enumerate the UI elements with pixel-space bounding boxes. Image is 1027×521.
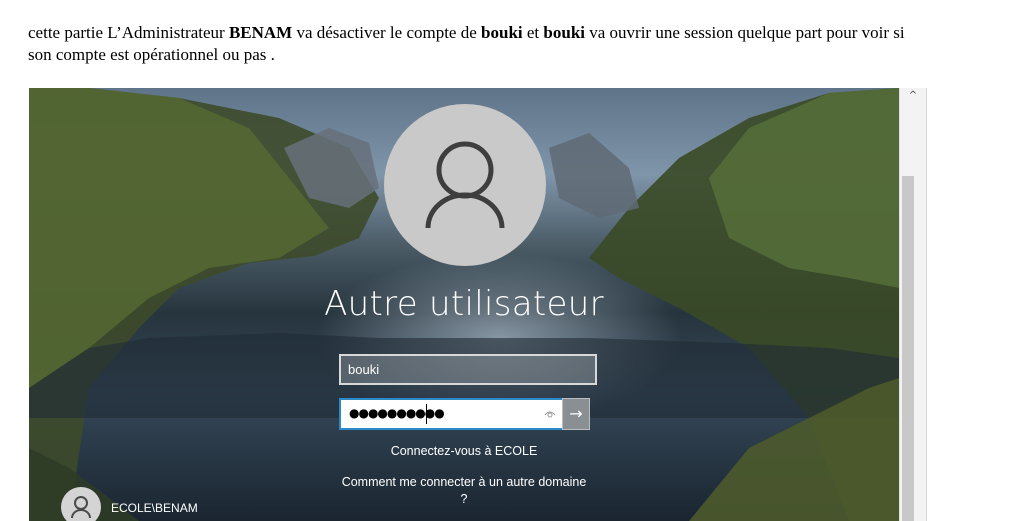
admin-name: BENAM xyxy=(228,23,293,42)
submit-button[interactable]: → xyxy=(562,398,590,430)
password-field[interactable]: ●●●●●●●●●● xyxy=(339,398,566,430)
domain-login-link[interactable]: Connectez-vous à ECOLE xyxy=(29,444,899,458)
scroll-thumb[interactable] xyxy=(902,176,914,521)
arrow-right-icon: → xyxy=(569,404,583,423)
intro-text-1: cette partie L’Administrateur xyxy=(28,23,229,42)
user-silhouette-small-icon xyxy=(71,496,91,519)
user-avatar-large xyxy=(384,104,546,266)
other-domain-link[interactable]: Comment me connecter à un autre domaine … xyxy=(339,474,589,508)
switch-user-label: ECOLE\BENAM xyxy=(111,501,198,515)
password-masked-value: ●●●●●●●●●● xyxy=(349,406,445,420)
intro-paragraph: cette partie L’Administrateur BENAM va d… xyxy=(28,22,928,66)
vertical-scrollbar[interactable]: ^ xyxy=(899,88,927,521)
user-silhouette-icon xyxy=(425,141,505,229)
text-caret xyxy=(426,404,427,424)
user-name-1: bouki xyxy=(481,23,523,42)
eye-icon[interactable] xyxy=(544,408,556,420)
login-user-title: Autre utilisateur xyxy=(324,284,604,324)
login-screenshot: Autre utilisateur bouki ●●●●●●●●●● → Con… xyxy=(29,88,899,521)
user-name-2: bouki xyxy=(543,23,585,42)
chevron-up-icon[interactable]: ^ xyxy=(900,90,926,101)
intro-text-2: va désactiver le compte de xyxy=(292,23,482,42)
user-avatar-small xyxy=(61,487,101,521)
intro-text-3: et xyxy=(522,23,544,42)
username-field[interactable]: bouki xyxy=(339,354,597,385)
